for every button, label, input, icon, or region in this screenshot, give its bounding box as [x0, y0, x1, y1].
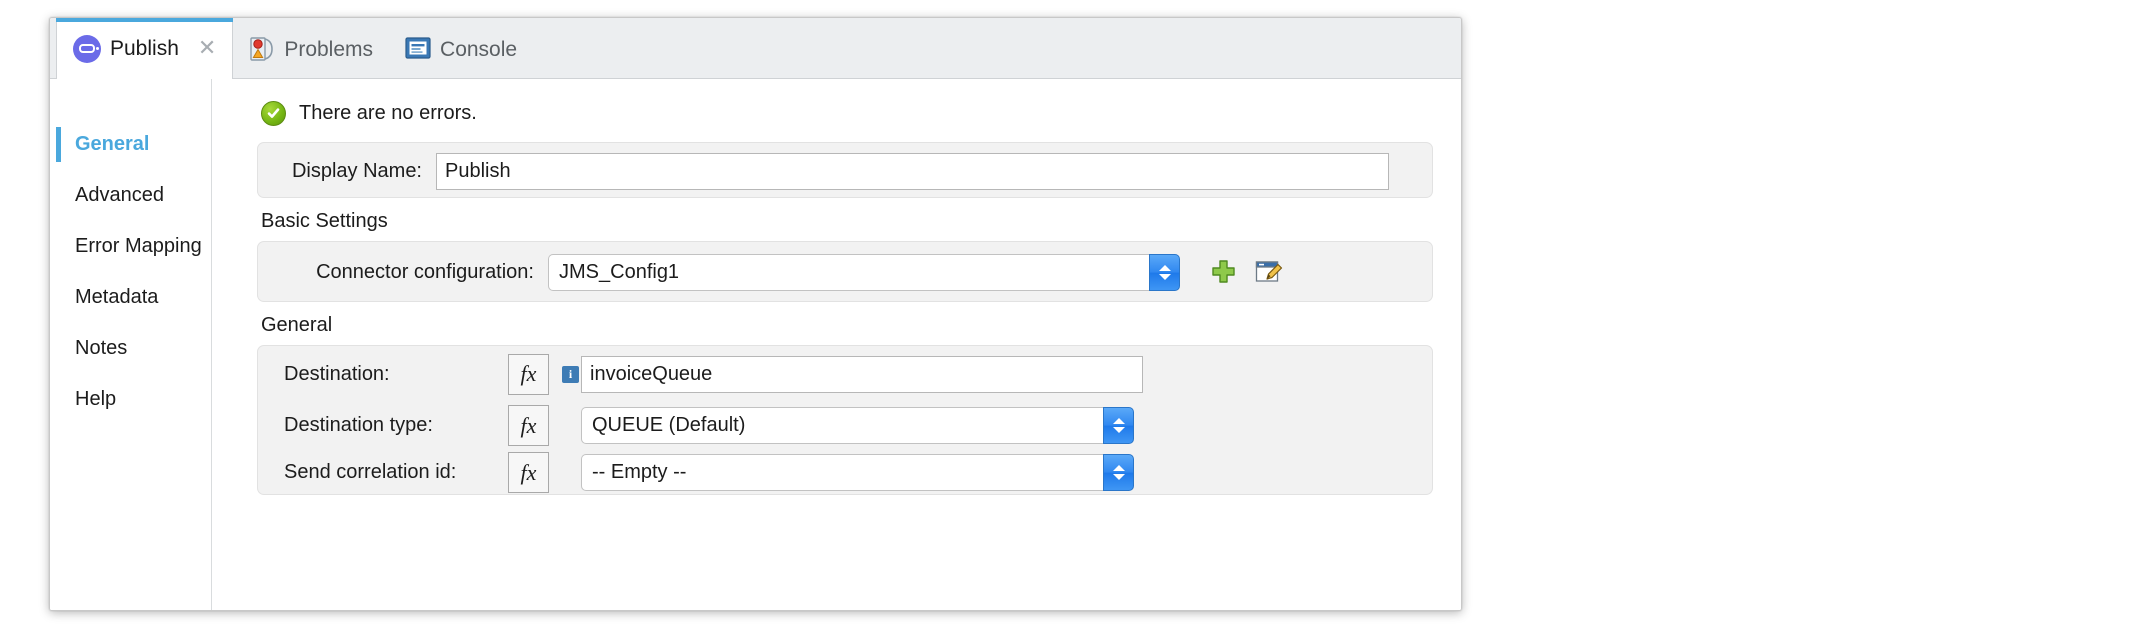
- plus-icon[interactable]: [1210, 259, 1237, 286]
- display-name-group: Display Name: Publish: [257, 142, 1433, 198]
- close-icon[interactable]: ✕: [198, 38, 216, 60]
- tab-console-label: Console: [440, 39, 517, 60]
- chevron-updown-icon[interactable]: [1149, 254, 1180, 291]
- status-message: There are no errors.: [212, 79, 1461, 142]
- sidebar-item-general[interactable]: General: [50, 119, 211, 170]
- check-circle-icon: [261, 101, 286, 126]
- sidebar-item-label: Advanced: [75, 184, 164, 207]
- sidebar-item-label: Notes: [75, 337, 127, 360]
- tab-problems[interactable]: Problems: [233, 20, 389, 78]
- chevron-updown-icon[interactable]: [1103, 407, 1134, 444]
- destination-type-value: QUEUE (Default): [581, 407, 1103, 444]
- problems-icon: [249, 36, 275, 62]
- basic-settings-title: Basic Settings: [212, 198, 1461, 241]
- basic-settings-group: Connector configuration: JMS_Config1: [257, 241, 1433, 302]
- sidebar-item-notes[interactable]: Notes: [50, 323, 211, 374]
- sidebar-item-label: Metadata: [75, 286, 158, 309]
- connector-configuration-select[interactable]: JMS_Config1: [548, 254, 1180, 291]
- sidebar-item-advanced[interactable]: Advanced: [50, 170, 211, 221]
- sidebar-item-metadata[interactable]: Metadata: [50, 272, 211, 323]
- send-correlation-id-select[interactable]: -- Empty --: [581, 454, 1134, 491]
- tab-console[interactable]: Console: [389, 20, 533, 78]
- send-correlation-id-fx-button[interactable]: fx: [508, 452, 549, 493]
- send-correlation-id-value: -- Empty --: [581, 454, 1103, 491]
- sidebar-item-help[interactable]: Help: [50, 374, 211, 425]
- tab-bar: Publish ✕ Problems: [50, 18, 1461, 79]
- destination-fx-button[interactable]: fx: [508, 354, 549, 395]
- sidebar-item-error-mapping[interactable]: Error Mapping: [50, 221, 211, 272]
- destination-input[interactable]: invoiceQueue: [581, 356, 1143, 393]
- status-text: There are no errors.: [299, 102, 477, 125]
- sidebar: General Advanced Error Mapping Metadata …: [50, 79, 212, 610]
- publish-icon: [73, 35, 101, 63]
- general-section-title: General: [212, 302, 1461, 345]
- edit-pencil-icon[interactable]: [1255, 259, 1283, 286]
- properties-content: There are no errors. Display Name: Publi…: [212, 79, 1461, 610]
- chevron-updown-icon[interactable]: [1103, 454, 1134, 491]
- destination-type-select[interactable]: QUEUE (Default): [581, 407, 1134, 444]
- tab-publish[interactable]: Publish ✕: [56, 18, 233, 79]
- connector-configuration-label: Connector configuration:: [262, 261, 534, 284]
- sidebar-item-label: General: [75, 133, 149, 156]
- destination-type-fx-button[interactable]: fx: [508, 405, 549, 446]
- display-name-label: Display Name:: [262, 160, 422, 183]
- display-name-input[interactable]: Publish: [436, 153, 1389, 190]
- window-body: General Advanced Error Mapping Metadata …: [50, 79, 1461, 610]
- tab-publish-label: Publish: [110, 38, 179, 59]
- connector-configuration-value: JMS_Config1: [548, 254, 1149, 291]
- properties-window: Publish ✕ Problems: [49, 17, 1462, 611]
- sidebar-item-label: Help: [75, 388, 116, 411]
- console-icon: [405, 37, 431, 61]
- send-correlation-id-label: Send correlation id:: [262, 461, 482, 484]
- general-group: Destination: fx i invoiceQueue Destinati…: [257, 345, 1433, 495]
- sidebar-item-label: Error Mapping: [75, 235, 202, 258]
- tab-problems-label: Problems: [284, 39, 373, 60]
- destination-label: Destination:: [262, 363, 482, 386]
- info-icon: i: [562, 366, 579, 383]
- destination-type-label: Destination type:: [262, 414, 482, 437]
